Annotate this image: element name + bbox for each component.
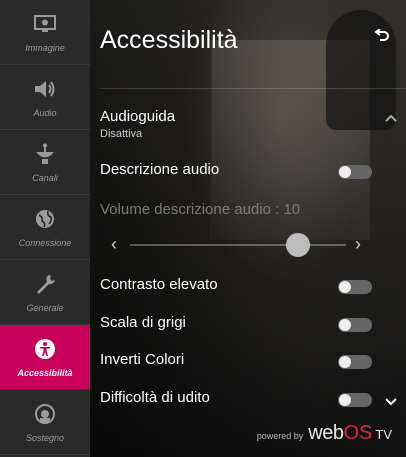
globe-icon [30, 206, 60, 232]
sidebar: Immagine Audio Canali Connessione Genera… [0, 0, 90, 457]
descrizione-audio-label: Descrizione audio [100, 161, 220, 178]
sidebar-item-generale[interactable]: Generale [0, 260, 90, 325]
page-title: Accessibilità [100, 26, 238, 54]
contrasto-elevato-toggle[interactable] [338, 280, 372, 294]
webos-brand-logo: powered by web OS TV [257, 422, 392, 445]
speaker-icon [30, 76, 60, 102]
descrizione-audio-toggle[interactable] [338, 165, 372, 179]
sidebar-item-immagine[interactable]: Immagine [0, 0, 90, 65]
audioguida-label[interactable]: Audioguida [100, 108, 175, 125]
brand-web: web [308, 422, 344, 444]
audioguida-value: Disattiva [100, 128, 143, 140]
sidebar-item-label: Connessione [18, 238, 72, 248]
difficolta-udito-label: Difficoltà di udito [100, 389, 210, 406]
contrasto-elevato-label: Contrasto elevato [100, 276, 218, 293]
brand-tv: TV [375, 427, 392, 442]
sidebar-item-label: Canali [32, 173, 58, 183]
difficolta-udito-toggle[interactable] [338, 393, 372, 407]
sidebar-item-sostegno[interactable]: Sostegno [0, 390, 90, 455]
sidebar-item-label: Accessibilità [17, 368, 73, 378]
sidebar-item-connessione[interactable]: Connessione [0, 195, 90, 260]
chevron-right-icon[interactable]: › [352, 234, 364, 254]
toggle-knob [339, 394, 351, 406]
volume-slider-track[interactable] [130, 244, 346, 246]
toggle-knob [339, 319, 351, 331]
sidebar-item-audio[interactable]: Audio [0, 65, 90, 130]
inverti-colori-toggle[interactable] [338, 355, 372, 369]
powered-by-text: powered by [256, 431, 304, 441]
wrench-icon [30, 271, 60, 297]
accessibility-icon [30, 336, 60, 362]
picture-icon [30, 11, 60, 37]
header-divider [100, 88, 406, 89]
sidebar-item-label: Immagine [25, 43, 65, 53]
scala-grigi-label: Scala di grigi [100, 314, 186, 331]
sidebar-item-accessibilita[interactable]: Accessibilità [0, 325, 90, 390]
satellite-dish-icon [30, 141, 60, 167]
toggle-knob [339, 281, 351, 293]
accessibility-panel: Accessibilità Audioguida Disattiva Descr… [90, 0, 406, 457]
volume-label: Volume descrizione audio : 10 [100, 201, 301, 218]
chevron-left-icon[interactable]: ‹ [108, 234, 120, 254]
support-icon [30, 401, 60, 427]
toggle-knob [339, 356, 351, 368]
sidebar-item-label: Sostegno [25, 433, 65, 443]
brand-os: OS [343, 422, 373, 444]
volume-slider-handle[interactable] [286, 233, 310, 257]
sidebar-item-canali[interactable]: Canali [0, 130, 90, 195]
scala-grigi-toggle[interactable] [338, 318, 372, 332]
chevron-down-icon[interactable] [384, 394, 398, 412]
sidebar-item-label: Audio [33, 108, 57, 118]
back-arrow-icon [374, 27, 390, 48]
back-button[interactable] [370, 26, 394, 50]
toggle-knob [339, 166, 351, 178]
sidebar-item-label: Generale [26, 303, 64, 313]
inverti-colori-label: Inverti Colori [100, 351, 185, 368]
chevron-up-icon[interactable] [384, 110, 398, 128]
